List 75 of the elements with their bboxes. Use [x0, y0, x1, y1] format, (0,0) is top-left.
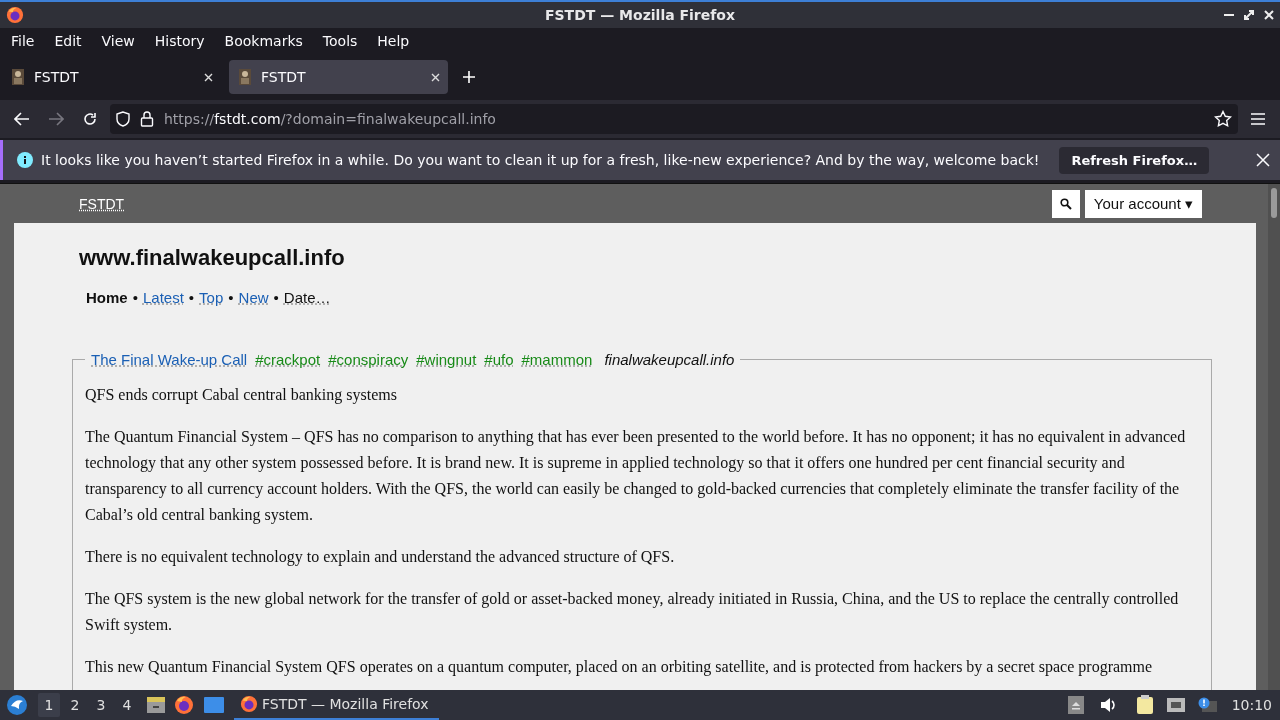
- favicon-icon: [237, 68, 253, 86]
- menu-item[interactable]: Help: [370, 33, 417, 49]
- url-text: https://fstdt.com/?domain=finalwakeupcall.info: [164, 111, 497, 127]
- post-paragraph: The Quantum Financial System – QFS has no comparison to anything that has ever been presented to the world before. It has no opponent; it has no equivalent in advanced technology that any other system possessed before. It is brand new. It is supreme in applied technology so that it offers one hundred per cent financial security and transparency to all currency account holders. With the QFS, the world can easily be changed to gold-backed currencies that completely eliminate the transfer facility of the Cabal’s old central banking system.: [85, 427, 1187, 526]
- menu-item[interactable]: Tools: [315, 33, 365, 49]
- browser-tab[interactable]: FSTDT: [229, 60, 448, 94]
- bird-icon[interactable]: [6, 694, 28, 716]
- post-paragraph: QFS ends corrupt Cabal central banking systems: [85, 385, 398, 406]
- post-paragraph: The QFS system is the new global network for the transfer of gold or asset-backed money, already initiated in Russia, China, and the US to replace the centrally controlled Swift system.: [85, 589, 1180, 636]
- star-icon[interactable]: [1214, 110, 1232, 128]
- nav-link[interactable]: Top: [199, 289, 224, 306]
- search-icon: [1059, 197, 1072, 210]
- menu-item[interactable]: View: [94, 33, 142, 49]
- taskbar-window[interactable]: FSTDT — Mozilla Firefox: [234, 690, 439, 720]
- new-tab-icon[interactable]: [462, 70, 476, 84]
- clock: 10:10: [1231, 697, 1272, 713]
- tab-title: FSTDT: [34, 69, 80, 85]
- forward-icon[interactable]: [48, 112, 64, 126]
- close-icon[interactable]: [1264, 10, 1274, 20]
- menu-item[interactable]: File: [4, 33, 42, 49]
- network-icon[interactable]: [1165, 697, 1186, 713]
- search-button[interactable]: [1051, 189, 1080, 218]
- info-icon: [17, 152, 33, 168]
- file-cabinet-icon[interactable]: [146, 695, 166, 715]
- post-paragraph: There is no equivalent technology to explain and understand the advanced structure of QFS.: [85, 547, 676, 568]
- back-icon[interactable]: [14, 112, 30, 126]
- address-bar[interactable]: https://fstdt.com/?domain=finalwakeupcall.info: [110, 104, 1238, 134]
- shield-icon: [116, 111, 130, 127]
- volume-icon[interactable]: [1099, 697, 1118, 713]
- window-icon[interactable]: [204, 696, 224, 714]
- tag-link[interactable]: #crackpot: [255, 351, 321, 368]
- notification-message: It looks like you haven’t started Firefox in a while. Do you want to clean it up for a fresh, like-new experience? And by the way, welcome back!: [41, 152, 1040, 168]
- clipboard-icon[interactable]: [1135, 695, 1154, 715]
- refresh-button[interactable]: Refresh Firefox…: [1059, 146, 1210, 174]
- close-icon[interactable]: [204, 72, 213, 82]
- tag-link[interactable]: #conspiracy: [328, 351, 409, 368]
- separator-dot: •: [228, 289, 234, 306]
- tab-title: FSTDT: [261, 69, 307, 85]
- favicon-icon: [10, 68, 26, 86]
- separator-dot: •: [188, 289, 195, 306]
- page-heading: www.finalwakeupcall.info: [79, 245, 346, 271]
- maximize-icon[interactable]: [1244, 10, 1254, 20]
- menu-item[interactable]: History: [147, 33, 212, 49]
- scroll-thumb[interactable]: [1271, 188, 1277, 218]
- nav-link[interactable]: Latest: [142, 289, 184, 306]
- eject-icon[interactable]: [1067, 696, 1084, 714]
- account-button[interactable]: Your account ▾: [1084, 189, 1202, 218]
- nav-link[interactable]: Home: [86, 289, 128, 306]
- reload-icon[interactable]: [82, 111, 98, 127]
- workspace-button[interactable]: 2: [64, 693, 86, 717]
- notification-icon[interactable]: [1197, 697, 1218, 713]
- tag-link[interactable]: #mammon: [521, 351, 593, 368]
- menu-item[interactable]: Bookmarks: [217, 33, 310, 49]
- close-icon[interactable]: [431, 72, 440, 82]
- site-logo[interactable]: FSTDT: [79, 195, 125, 212]
- nav-link[interactable]: New: [238, 289, 269, 306]
- separator-dot: •: [273, 289, 279, 306]
- lock-icon: [140, 111, 154, 127]
- tag-link[interactable]: #ufo: [484, 351, 514, 368]
- workspace-button[interactable]: 1: [38, 693, 60, 717]
- source-domain[interactable]: finalwakeupcall.info: [604, 351, 735, 368]
- menu-item[interactable]: Edit: [47, 33, 89, 49]
- separator-dot: •: [132, 289, 138, 306]
- workspace-button[interactable]: 4: [116, 693, 138, 717]
- post-paragraph: This new Quantum Financial System QFS operates on a quantum computer, placed on an orbiting satellite, and is protected from hackers by a secret space programme: [85, 657, 1154, 678]
- browser-tab[interactable]: FSTDT: [2, 60, 221, 94]
- workspace-button[interactable]: 3: [90, 693, 112, 717]
- post-title-link[interactable]: The Final Wake-up Call: [91, 351, 248, 368]
- window-title: FSTDT — Mozilla Firefox: [545, 7, 735, 23]
- date-menu[interactable]: Date…: [283, 289, 331, 306]
- menu-icon[interactable]: [1250, 112, 1266, 126]
- firefox-icon[interactable]: [174, 695, 194, 715]
- firefox-icon: [240, 695, 258, 713]
- tag-link[interactable]: #wingnut: [416, 351, 477, 368]
- firefox-icon[interactable]: [6, 6, 24, 24]
